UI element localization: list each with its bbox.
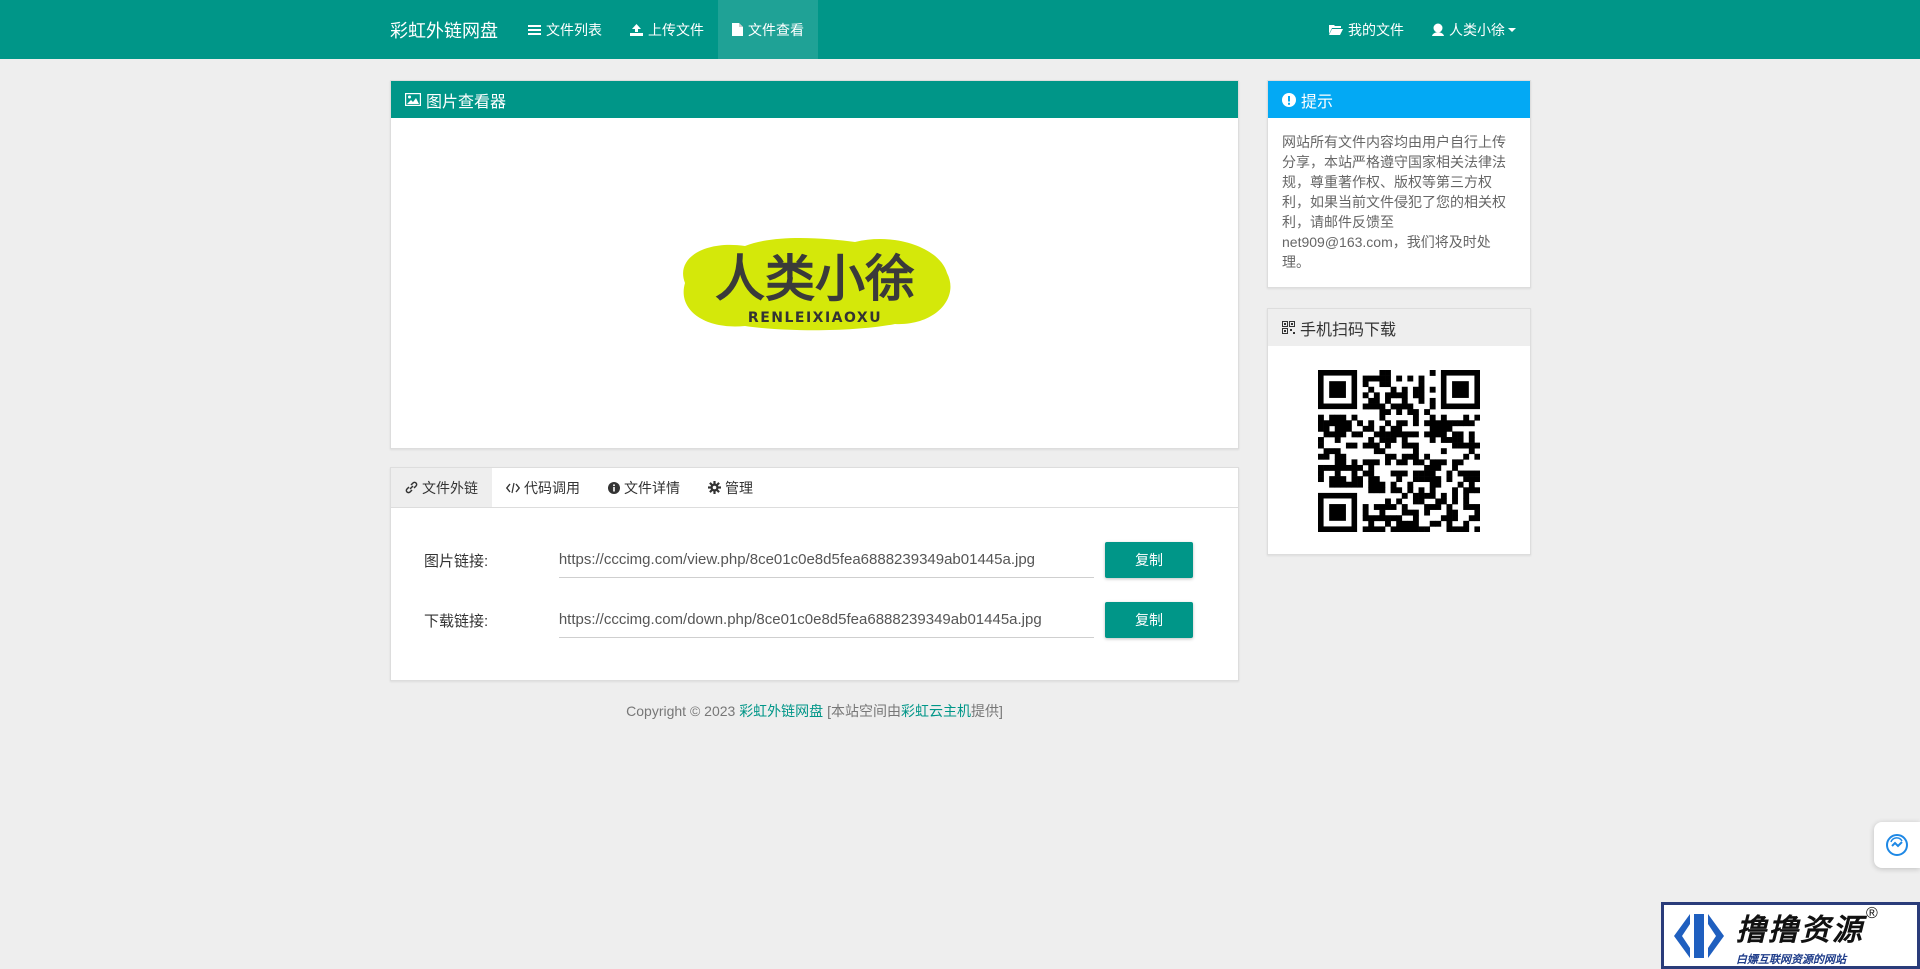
upload-icon: [630, 23, 643, 36]
image-link-label: 图片链接:: [424, 552, 489, 570]
tab-file-details[interactable]: 文件详情: [594, 468, 694, 507]
nav-file-view-label: 文件查看: [748, 21, 804, 38]
top-navbar: 彩虹外链网盘 文件列表 上传文件 文件查看 我的文件 人类小徐: [0, 0, 1920, 59]
nav-file-view[interactable]: 文件查看: [718, 0, 818, 59]
tip-title: 提示: [1301, 93, 1334, 111]
nav-file-list[interactable]: 文件列表: [514, 0, 616, 59]
image-icon: [405, 93, 421, 106]
footer-host-link[interactable]: 彩虹云主机: [901, 703, 971, 719]
footer-suffix: 提供]: [970, 703, 1003, 719]
copy-image-link-button[interactable]: 复制: [1105, 542, 1194, 578]
sync-icon: [1886, 834, 1908, 856]
tab-file-links[interactable]: 文件外链: [391, 468, 492, 507]
watermark-logo: 撸撸资源 ® 白嫖互联网资源的网站: [1661, 902, 1920, 969]
tab-file-links-label: 文件外链: [422, 479, 478, 496]
caret-down-icon: [1508, 27, 1516, 32]
preview-image-main-text: 人类小徐: [715, 250, 915, 308]
nav-user-menu[interactable]: 人类小徐: [1418, 0, 1530, 59]
image-link-row: 图片链接: 复制: [424, 542, 1194, 578]
exclamation-circle-icon: [1282, 92, 1296, 107]
nav-upload[interactable]: 上传文件: [616, 0, 718, 59]
image-viewer-title: 图片查看器: [426, 93, 507, 111]
copy-download-link-button[interactable]: 复制: [1105, 602, 1194, 638]
tab-code[interactable]: 代码调用: [492, 468, 594, 507]
nav-my-files[interactable]: 我的文件: [1315, 0, 1418, 59]
nav-my-files-label: 我的文件: [1348, 21, 1404, 38]
code-icon: [506, 482, 520, 493]
watermark-subtitle: 白嫖互联网资源的网站: [1736, 953, 1846, 966]
gear-icon: [708, 481, 721, 494]
qr-panel: 手机扫码下载: [1267, 308, 1531, 555]
tip-header: 提示: [1268, 81, 1530, 118]
footer: Copyright © 2023 彩虹外链网盘 [本站空间由彩虹云主机提供]: [390, 701, 1239, 721]
qr-header: 手机扫码下载: [1268, 309, 1530, 346]
footer-copyright: Copyright © 2023: [626, 703, 740, 719]
tab-file-details-label: 文件详情: [624, 479, 680, 496]
info-icon: [608, 481, 620, 494]
footer-mid: [本站空间由: [823, 703, 901, 719]
image-viewer-header: 图片查看器: [391, 81, 1238, 118]
nav-file-list-label: 文件列表: [546, 21, 602, 38]
preview-image-sub-text: RENLEIXIAOXU: [747, 310, 881, 326]
footer-site-link[interactable]: 彩虹外链网盘: [739, 703, 823, 719]
file-links-panel: 文件外链 代码调用 文件详情 管理 图片链接: 复制 下载链接: 复制: [390, 467, 1239, 681]
watermark-registered: ®: [1866, 904, 1878, 922]
download-link-label: 下载链接:: [424, 612, 489, 630]
watermark-emblem-icon: [1674, 913, 1724, 958]
download-link-field[interactable]: [558, 602, 1095, 638]
qr-code-image: [1318, 370, 1480, 532]
brand-link[interactable]: 彩虹外链网盘: [390, 17, 498, 43]
tab-code-label: 代码调用: [524, 479, 580, 496]
tab-manage[interactable]: 管理: [694, 468, 767, 507]
links-tabs: 文件外链 代码调用 文件详情 管理: [391, 468, 1238, 508]
nav-user-label: 人类小徐: [1449, 21, 1505, 38]
qrcode-icon: [1282, 321, 1295, 334]
image-viewer-panel: 图片查看器 人类小徐 RENLEIXIAOXU: [390, 80, 1239, 449]
folder-open-icon: [1329, 25, 1343, 35]
floating-translate-button[interactable]: [1874, 822, 1920, 868]
qr-body: [1268, 346, 1530, 532]
nav-upload-label: 上传文件: [648, 21, 704, 38]
download-link-row: 下载链接: 复制: [424, 602, 1194, 638]
tab-manage-label: 管理: [725, 479, 753, 496]
user-icon: [1432, 23, 1444, 36]
preview-image[interactable]: 人类小徐 RENLEIXIAOXU: [665, 228, 965, 338]
qr-title: 手机扫码下载: [1300, 321, 1397, 339]
image-viewer-body: 人类小徐 RENLEIXIAOXU: [391, 118, 1238, 448]
watermark-title: 撸撸资源: [1736, 912, 1864, 948]
image-link-field[interactable]: [558, 542, 1095, 578]
tip-text: 网站所有文件内容均由用户自行上传分享，本站严格遵守国家相关法律法规，尊重著作权、…: [1282, 134, 1506, 270]
file-icon: [732, 23, 743, 36]
link-icon: [405, 481, 418, 494]
tip-panel: 提示 网站所有文件内容均由用户自行上传分享，本站严格遵守国家相关法律法规，尊重著…: [1267, 80, 1531, 288]
list-icon: [528, 24, 541, 35]
